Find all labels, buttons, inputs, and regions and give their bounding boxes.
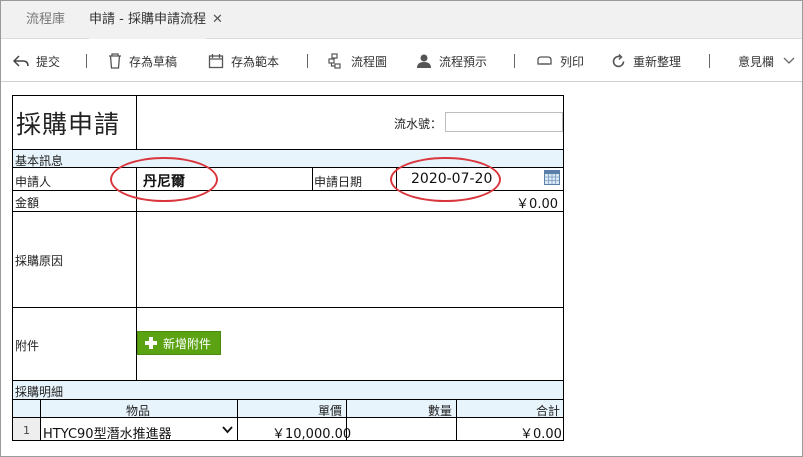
close-icon[interactable]: ✕ — [212, 1, 223, 39]
applicant-label: 申請人 — [15, 175, 52, 189]
divider — [136, 96, 137, 149]
plus-icon — [145, 337, 157, 349]
preview-label: 流程預示 — [439, 54, 488, 69]
save-draft-label: 存為草稿 — [129, 54, 178, 69]
refresh-label: 重新整理 — [633, 54, 682, 69]
flowchart-icon — [328, 53, 341, 69]
toolbar: 提交 存為草稿 存為範本 流程圖 流程預示 列印 重新整理 意見欄 — [1, 40, 802, 82]
divider — [13, 149, 563, 150]
submit-label: 提交 — [36, 54, 61, 69]
submit-icon — [13, 55, 29, 67]
comments-label: 意見欄 — [738, 54, 775, 69]
refresh-icon — [612, 53, 625, 67]
calendar-picker-icon[interactable] — [544, 170, 560, 185]
section-detail-title: 採購明細 — [15, 385, 64, 399]
divider — [13, 380, 563, 381]
row-unit-price[interactable]: ￥10,000.00 — [272, 423, 351, 442]
serial-label: 流水號： — [394, 117, 443, 131]
section-detail-bg — [13, 381, 563, 399]
calendar-icon — [208, 54, 224, 69]
col-header-unit-price: 單價 — [318, 404, 343, 418]
toolbar-divider — [709, 54, 710, 68]
print-label: 列印 — [560, 54, 585, 69]
col-header-quantity: 數量 — [428, 404, 453, 418]
divider — [13, 307, 563, 308]
reason-label: 採購原因 — [15, 254, 64, 268]
chevron-down-icon — [783, 57, 795, 64]
tab-process-library[interactable]: 流程庫 — [26, 1, 65, 39]
trash-icon — [109, 53, 121, 69]
col-header-total: 合計 — [536, 404, 561, 418]
save-draft-button[interactable]: 存為草稿 — [108, 40, 177, 82]
divider — [40, 399, 41, 440]
preview-button[interactable]: 流程預示 — [416, 40, 487, 82]
printer-icon — [537, 56, 552, 65]
section-basic-title: 基本訊息 — [15, 154, 64, 168]
refresh-button[interactable]: 重新整理 — [611, 40, 681, 82]
serial-number-field[interactable] — [445, 112, 563, 132]
save-template-label: 存為範本 — [231, 54, 280, 69]
highlight-applicant — [110, 157, 218, 202]
attachment-label: 附件 — [15, 339, 40, 353]
amount-label: 金額 — [15, 196, 40, 210]
submit-button[interactable]: 提交 — [13, 40, 60, 82]
divider — [13, 399, 563, 400]
row-index: 1 — [23, 424, 30, 437]
item-select[interactable]: HTYC90型潛水推進器 — [43, 423, 237, 442]
item-select-value: HTYC90型潛水推進器 — [43, 427, 172, 442]
flowchart-button[interactable]: 流程圖 — [328, 40, 387, 82]
tab-purchase-request[interactable]: 申請 - 採購申請流程 — [89, 1, 206, 39]
toolbar-divider — [307, 54, 308, 68]
print-button[interactable]: 列印 — [536, 40, 584, 82]
flowchart-label: 流程圖 — [351, 54, 388, 69]
chevron-down-icon — [222, 426, 233, 434]
divider — [456, 399, 457, 440]
tab-bar: 流程庫 申請 - 採購申請流程 ✕ — [1, 1, 802, 39]
divider — [312, 167, 313, 190]
highlight-date — [390, 157, 501, 202]
user-icon — [417, 54, 431, 68]
toolbar-divider — [514, 54, 515, 68]
date-label: 申請日期 — [314, 175, 363, 189]
form-title: 採購申請 — [16, 110, 121, 139]
reason-textarea[interactable] — [137, 212, 563, 307]
add-attachment-button[interactable]: 新增附件 — [137, 331, 221, 355]
row-total: ￥0.00 — [520, 427, 562, 442]
detail-header-bg — [13, 399, 563, 417]
comments-dropdown[interactable]: 意見欄 — [738, 40, 795, 82]
save-template-button[interactable]: 存為範本 — [208, 40, 279, 82]
divider — [13, 417, 563, 418]
divider — [237, 399, 238, 440]
add-attachment-label: 新增附件 — [163, 336, 212, 351]
toolbar-divider — [86, 54, 87, 68]
amount-value: ￥0.00 — [516, 197, 558, 212]
col-header-item: 物品 — [126, 404, 151, 418]
purchase-request-form: 採購申請 流水號： 基本訊息 申請人 丹尼爾 申請日期 2020-07-20 金… — [12, 95, 564, 442]
